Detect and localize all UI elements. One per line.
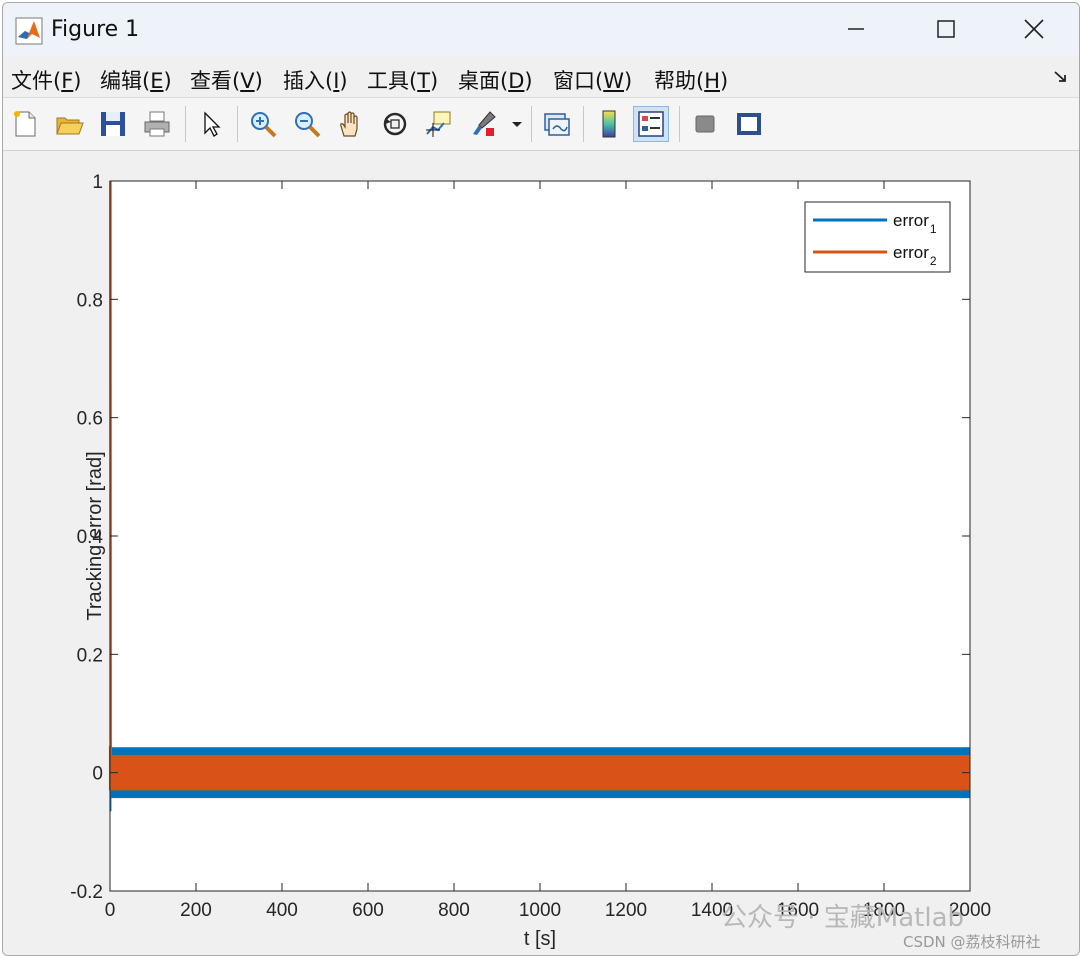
- toolbar-separator: [237, 106, 238, 142]
- legend-label-2: error: [893, 243, 929, 262]
- toolbar-separator: [185, 106, 186, 142]
- y-tick-label: 1: [92, 172, 103, 193]
- x-axis-label: t [s]: [524, 928, 556, 950]
- close-button[interactable]: [989, 3, 1079, 55]
- minimize-button[interactable]: [811, 3, 901, 55]
- pan-icon: [340, 111, 358, 137]
- menu-file[interactable]: 文件(F): [11, 65, 82, 95]
- print-icon: [144, 111, 170, 137]
- legend-label-1: error: [893, 211, 929, 230]
- save-icon: [101, 112, 125, 136]
- insert-legend-icon: [638, 111, 664, 137]
- figure-toolbar: [3, 97, 1079, 151]
- figure-canvas: 0 200 400 600 800 1000 1200 1400 1600 1800 2000 -0.…: [3, 151, 1079, 955]
- x-tick-label: 200: [180, 900, 212, 921]
- data-cursor-button[interactable]: [421, 106, 457, 142]
- new-figure-icon: [14, 111, 36, 137]
- y-axis-label: Tracking error [rad]: [84, 451, 106, 620]
- show-plot-tools-button[interactable]: [731, 106, 767, 142]
- rotate-3d-button[interactable]: [377, 106, 413, 142]
- zoom-in-icon: [251, 112, 277, 138]
- menu-bar: 文件(F) 编辑(E) 查看(V) 插入(I) 工具(T) 桌面(D) 窗口(W…: [3, 59, 1079, 97]
- y-tick-label: -0.2: [70, 882, 103, 903]
- edit-plot-button[interactable]: [193, 106, 229, 142]
- brush-dropdown-icon: [512, 122, 522, 127]
- menu-desktop[interactable]: 桌面(D): [458, 65, 533, 95]
- brush-icon: [473, 111, 496, 136]
- open-file-button[interactable]: [51, 106, 87, 142]
- toolbar-separator: [583, 106, 584, 142]
- print-button[interactable]: [139, 106, 175, 142]
- y-tick-label: 0.6: [77, 409, 103, 430]
- x-tick-label: 600: [352, 900, 384, 921]
- insert-legend-button[interactable]: [633, 106, 669, 142]
- csdn-watermark: CSDN @荔枝科研社: [903, 933, 1041, 951]
- close-icon: [1024, 19, 1044, 39]
- legend-subscript-2: 2: [930, 254, 937, 268]
- x-tick-label: 1200: [605, 900, 647, 921]
- minimize-icon: [848, 28, 864, 30]
- edit-plot-icon: [204, 111, 221, 137]
- series-error2-band: [110, 754, 971, 791]
- matlab-logo-icon: [15, 17, 43, 45]
- insert-colorbar-icon: [602, 110, 616, 138]
- data-cursor-icon: [426, 111, 451, 137]
- figure-window: Figure 1 文件(F) 编辑(E) 查看(V) 插入(I) 工具(T) 桌…: [2, 2, 1080, 956]
- x-tick-label: 800: [438, 900, 470, 921]
- link-plot-button[interactable]: [539, 106, 575, 142]
- y-tick-label: 0.2: [77, 645, 103, 666]
- brush-button[interactable]: [465, 106, 501, 142]
- menu-insert[interactable]: 插入(I): [283, 65, 348, 95]
- zoom-out-icon: [295, 112, 321, 138]
- hide-plot-tools-button[interactable]: [687, 106, 723, 142]
- maximize-icon: [937, 20, 955, 38]
- y-tick-label: 0: [92, 764, 103, 785]
- toolbar-separator: [531, 106, 532, 142]
- pan-button[interactable]: [333, 106, 369, 142]
- window-title: Figure 1: [51, 17, 140, 42]
- y-tick-label: 0.8: [77, 290, 103, 311]
- x-tick-label: 0: [105, 900, 116, 921]
- menu-window[interactable]: 窗口(W): [553, 65, 632, 95]
- new-figure-button[interactable]: [7, 106, 43, 142]
- save-button[interactable]: [95, 106, 131, 142]
- zoom-in-button[interactable]: [245, 106, 281, 142]
- legend-subscript-1: 1: [930, 222, 937, 236]
- zoom-out-button[interactable]: [289, 106, 325, 142]
- menu-edit[interactable]: 编辑(E): [100, 65, 172, 95]
- x-tick-label: 400: [266, 900, 298, 921]
- insert-colorbar-button[interactable]: [591, 106, 627, 142]
- watermark: 公众号 · 宝藏Matlab: [721, 903, 965, 933]
- menu-help[interactable]: 帮助(H): [654, 65, 728, 95]
- open-file-icon: [56, 117, 84, 135]
- menu-tools[interactable]: 工具(T): [367, 65, 438, 95]
- rotate-3d-icon: [383, 112, 407, 136]
- brush-dropdown-button[interactable]: [507, 106, 527, 142]
- plot-area: 0 200 400 600 800 1000 1200 1400 1600 1800 2000-0.…: [70, 172, 991, 950]
- show-plot-tools-icon: [737, 113, 761, 135]
- menu-view[interactable]: 查看(V): [190, 65, 263, 95]
- link-plot-icon: [544, 113, 570, 136]
- hide-plot-tools-icon: [695, 115, 715, 133]
- toolbar-separator: [679, 106, 680, 142]
- title-bar: Figure 1: [3, 3, 1079, 55]
- dock-arrow-icon[interactable]: [1053, 69, 1069, 85]
- maximize-button[interactable]: [901, 3, 991, 55]
- x-tick-label: 1000: [519, 900, 561, 921]
